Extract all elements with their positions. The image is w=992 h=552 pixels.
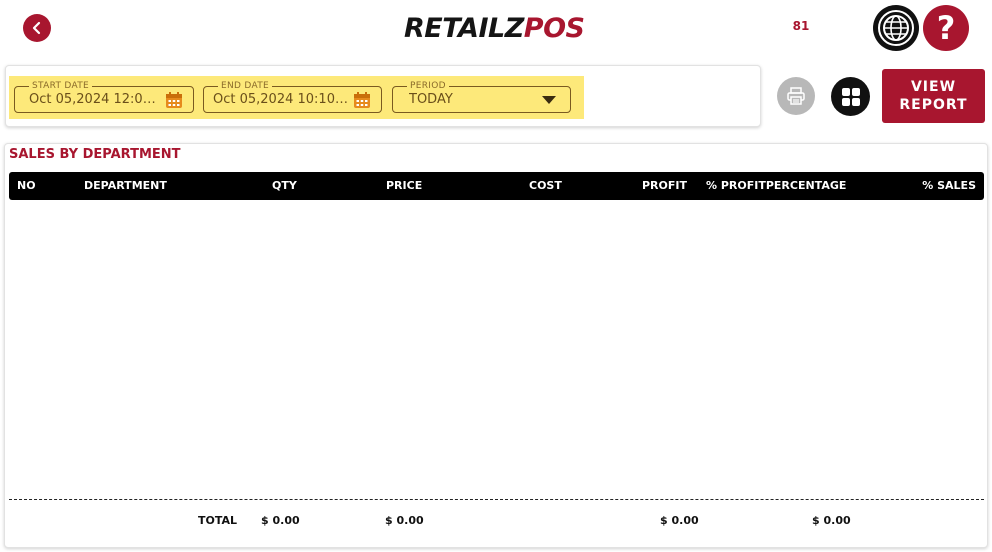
back-button[interactable] [23,14,51,42]
top-bar: RETAILZ POS 81 ? [0,0,992,58]
printer-icon [787,87,805,105]
report-panel [4,143,988,548]
view-report-label-line2: REPORT [899,97,968,113]
start-date-label: START DATE [29,80,93,92]
calendar-icon[interactable] [165,91,183,109]
column-header: COST [529,179,562,192]
chevron-left-icon [32,21,41,35]
caret-down-icon [542,96,556,104]
language-button[interactable] [873,5,919,51]
logo-text-accent: POS [523,12,585,44]
counter-badge: 81 [792,19,810,33]
app-logo: RETAILZ POS [404,10,585,46]
period-label: PERIOD [407,80,449,92]
period-value: TODAY [409,92,453,107]
column-header: QTY [272,179,297,192]
view-report-button[interactable]: VIEW REPORT [882,69,985,123]
view-report-label-line1: VIEW [910,79,957,95]
column-header: PROFIT [642,179,687,192]
total-label: TOTAL [198,514,238,527]
table-header: NO DEPARTMENT QTY PRICE COST PROFIT % PR… [9,172,984,200]
grid-view-button[interactable] [831,77,870,116]
report-title: SALES BY DEPARTMENT [9,147,181,162]
end-date-label: END DATE [218,80,273,92]
period-select[interactable]: PERIOD TODAY [392,80,571,113]
help-button[interactable]: ? [923,5,969,51]
end-date-field[interactable]: END DATE Oct 05,2024 10:10 A... [203,80,382,113]
calendar-icon[interactable] [353,91,371,109]
column-header: NO [17,179,36,192]
column-header: PRICE [386,179,423,192]
total-price: $ 0.00 [385,514,424,527]
end-date-value: Oct 05,2024 10:10 A... [213,92,350,107]
logo-text-primary: RETAILZ [404,12,524,44]
total-qty: $ 0.00 [261,514,300,527]
column-header: % PROFITPERCENTAGE [706,179,847,192]
print-button[interactable] [777,77,815,115]
globe-icon [878,10,914,46]
column-header: DEPARTMENT [84,179,167,192]
totals-divider [9,499,984,500]
grid-icon [841,87,860,106]
start-date-field[interactable]: START DATE Oct 05,2024 12:00... [14,80,194,113]
total-profit: $ 0.00 [660,514,699,527]
column-header: % SALES [922,179,976,192]
total-profit-percentage: $ 0.00 [812,514,851,527]
question-mark-icon: ? [936,9,956,47]
start-date-value: Oct 05,2024 12:00... [29,92,161,107]
